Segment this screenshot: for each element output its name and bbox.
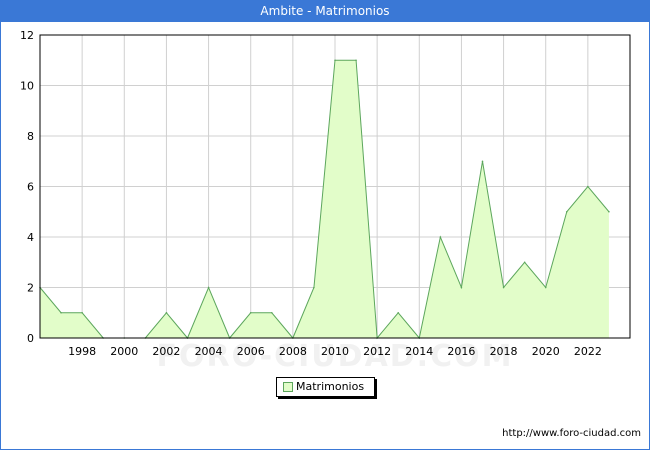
y-axis-ticks: 0 2 4 6 8 10 12	[20, 29, 34, 345]
data-point-2010	[334, 59, 336, 62]
x-tick-label: 2014	[405, 345, 433, 358]
x-tick-label: 1998	[68, 345, 96, 358]
x-tick-label: 2006	[237, 345, 265, 358]
data-point-2023	[608, 210, 610, 213]
data-point-2015	[439, 236, 442, 238]
y-tick-label: 8	[27, 130, 34, 143]
data-point-2017	[481, 160, 484, 163]
data-point-2011	[355, 59, 357, 62]
data-point-2016	[460, 286, 463, 289]
y-tick-label: 6	[27, 181, 34, 194]
data-point-2018	[502, 286, 505, 289]
data-point-1998	[81, 311, 83, 314]
x-tick-label: 2002	[152, 345, 180, 358]
x-tick-label: 2004	[195, 345, 223, 358]
source-url: http://www.foro-ciudad.com	[502, 428, 641, 439]
legend-label: Matrimonios	[296, 380, 365, 393]
y-tick-label: 12	[20, 29, 34, 42]
data-point-2013	[397, 311, 400, 314]
data-point-2002	[165, 311, 168, 314]
series-area-matrimonios	[40, 60, 609, 338]
x-tick-label: 2020	[532, 345, 560, 358]
y-tick-label: 2	[27, 282, 34, 295]
data-point-2021	[565, 210, 568, 213]
x-tick-label: 2022	[574, 345, 602, 358]
x-axis-ticks: 1998 2000 2002 2004 2006 2008 2010 2012 2014 2016…	[68, 345, 602, 358]
data-point-2004	[207, 286, 210, 289]
data-point-2006	[249, 311, 252, 314]
y-tick-label: 4	[27, 231, 34, 244]
x-tick-label: 2018	[490, 345, 518, 358]
legend-swatch	[283, 382, 293, 392]
data-point-2019	[523, 261, 526, 264]
data-point-2022	[587, 185, 589, 188]
y-tick-label: 0	[27, 332, 34, 345]
data-point-2009	[313, 286, 315, 289]
data-point-2020	[544, 286, 547, 289]
x-tick-label: 2008	[279, 345, 307, 358]
x-tick-label: 2010	[321, 345, 349, 358]
y-tick-label: 10	[20, 80, 34, 93]
data-point-1997	[60, 311, 62, 314]
x-tick-label: 2000	[110, 345, 138, 358]
x-tick-label: 2016	[447, 345, 475, 358]
x-tick-label: 2012	[363, 345, 391, 358]
legend: Matrimonios	[276, 377, 375, 397]
data-point-2007	[270, 311, 273, 314]
